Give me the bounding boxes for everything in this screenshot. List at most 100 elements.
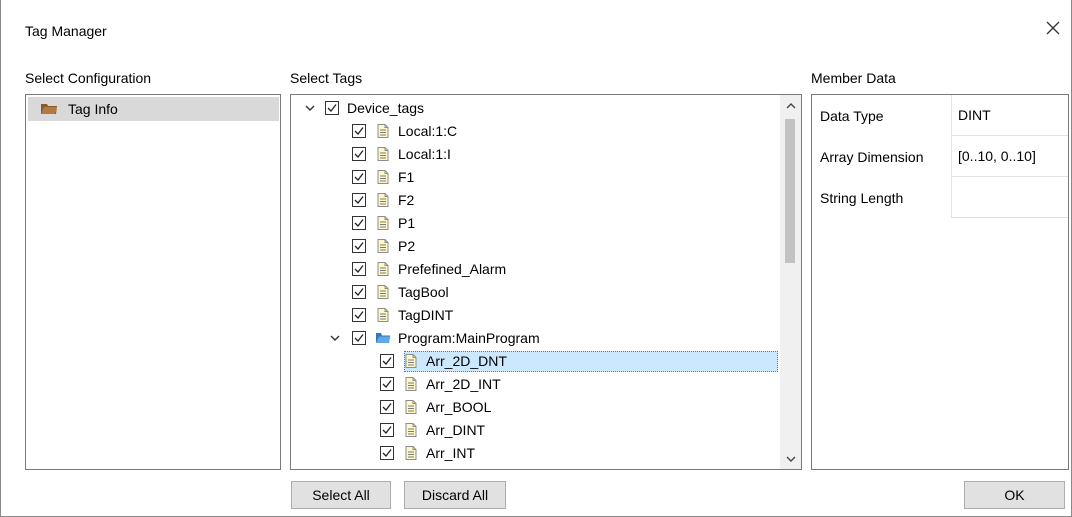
check-icon: [327, 104, 337, 112]
tag-checkbox[interactable]: [352, 239, 366, 253]
check-icon: [354, 173, 364, 181]
tree-item[interactable]: Program:MainProgram: [291, 327, 780, 350]
tag-checkbox[interactable]: [352, 262, 366, 276]
tag-checkbox[interactable]: [380, 446, 394, 460]
tag-icon: [403, 353, 419, 369]
select-configuration-label: Select Configuration: [25, 70, 152, 86]
expand-toggle[interactable]: [328, 331, 342, 345]
tag-checkbox[interactable]: [380, 423, 394, 437]
vertical-scrollbar[interactable]: [780, 95, 801, 469]
tree-item-label: Local:1:C: [398, 123, 458, 139]
member-data-grid: Data Type DINT Array Dimension [0..10, 0…: [811, 94, 1069, 470]
check-icon: [382, 403, 392, 411]
tree-item[interactable]: Arr_BOOL: [291, 396, 780, 419]
prop-value[interactable]: [0..10, 0..10]: [951, 136, 1068, 177]
tree-item[interactable]: Device_tags: [291, 97, 780, 120]
tree-item[interactable]: P2: [291, 235, 780, 258]
tag-checkbox[interactable]: [352, 308, 366, 322]
tree-item-label: Arr_DINT: [426, 422, 486, 438]
tree-item[interactable]: Local:1:I: [291, 143, 780, 166]
tags-tree-panel[interactable]: Device_tags Local:1:C Local:1:I F1 F2 P1 P2 Pre…: [290, 94, 802, 470]
prop-row-data-type: Data Type DINT: [812, 95, 1068, 136]
tag-checkbox[interactable]: [352, 147, 366, 161]
chevron-down-icon: [305, 105, 315, 111]
tree-item-label: Program:MainProgram: [398, 330, 540, 346]
prop-value[interactable]: DINT: [951, 95, 1068, 136]
tree-item[interactable]: F1: [291, 166, 780, 189]
select-all-button[interactable]: Select All: [291, 481, 391, 509]
tag-checkbox[interactable]: [352, 216, 366, 230]
tag-icon: [375, 146, 391, 162]
tree-item-label: F2: [398, 192, 415, 208]
tree-item[interactable]: Arr_2D_DNT: [291, 350, 780, 373]
tree-item[interactable]: Arr_INT: [291, 442, 780, 465]
tree-item-label: P2: [398, 238, 416, 254]
tree-item-label: P1: [398, 215, 416, 231]
tag-checkbox[interactable]: [380, 400, 394, 414]
config-item-label: Tag Info: [68, 101, 118, 117]
check-icon: [354, 150, 364, 158]
tag-checkbox[interactable]: [380, 377, 394, 391]
close-button[interactable]: [1039, 14, 1067, 42]
prop-key: String Length: [820, 190, 904, 206]
tag-checkbox[interactable]: [352, 193, 366, 207]
close-icon: [1046, 21, 1060, 35]
tag-icon: [375, 215, 391, 231]
tag-checkbox[interactable]: [380, 354, 394, 368]
tree-item[interactable]: F2: [291, 189, 780, 212]
prop-row-string-length: String Length: [812, 177, 1068, 218]
tag-icon: [375, 238, 391, 254]
folder-icon: [41, 104, 57, 114]
prop-row-array-dimension: Array Dimension [0..10, 0..10]: [812, 136, 1068, 177]
tree-item[interactable]: TagBool: [291, 281, 780, 304]
member-data-label: Member Data: [811, 70, 896, 86]
discard-all-button[interactable]: Discard All: [404, 481, 506, 509]
ok-button[interactable]: OK: [964, 481, 1065, 509]
tag-icon: [375, 123, 391, 139]
scrollbar-thumb[interactable]: [785, 119, 795, 263]
check-icon: [354, 265, 364, 273]
prop-key: Data Type: [820, 108, 884, 124]
chevron-down-icon: [786, 456, 795, 462]
tag-checkbox[interactable]: [325, 101, 339, 115]
tree-item[interactable]: P1: [291, 212, 780, 235]
tree-item[interactable]: Local:1:C: [291, 120, 780, 143]
tag-icon: [403, 445, 419, 461]
tree-item-label: Arr_2D_INT: [426, 376, 501, 392]
tree-item[interactable]: Arr_DINT: [291, 419, 780, 442]
tag-icon: [403, 399, 419, 415]
tags-tree[interactable]: Device_tags Local:1:C Local:1:I F1 F2 P1 P2 Pre…: [291, 95, 780, 469]
check-icon: [354, 334, 364, 342]
chevron-down-icon: [330, 335, 340, 341]
chevron-up-icon: [786, 102, 795, 108]
configuration-list[interactable]: Tag Info: [25, 94, 281, 470]
tree-item[interactable]: TagDINT: [291, 304, 780, 327]
tag-icon: [375, 261, 391, 277]
check-icon: [354, 288, 364, 296]
tag-icon: [375, 284, 391, 300]
tree-item-label: Prefefined_Alarm: [398, 261, 507, 277]
tree-item[interactable]: Prefefined_Alarm: [291, 258, 780, 281]
expand-toggle[interactable]: [303, 101, 317, 115]
check-icon: [354, 311, 364, 319]
scroll-up-button[interactable]: [780, 95, 801, 116]
tag-checkbox[interactable]: [352, 124, 366, 138]
tag-manager-dialog: Tag Manager Select Configuration Select …: [0, 0, 1072, 517]
check-icon: [354, 242, 364, 250]
scroll-down-button[interactable]: [780, 448, 801, 469]
config-item-tag-info[interactable]: Tag Info: [28, 97, 279, 121]
tag-icon: [375, 307, 391, 323]
check-icon: [382, 357, 392, 365]
tree-item[interactable]: Arr_2D_INT: [291, 373, 780, 396]
check-icon: [354, 127, 364, 135]
tag-checkbox[interactable]: [352, 285, 366, 299]
check-icon: [382, 426, 392, 434]
tag-checkbox[interactable]: [352, 170, 366, 184]
prop-key: Array Dimension: [820, 149, 924, 165]
tag-icon: [403, 422, 419, 438]
tree-item-label: TagBool: [398, 284, 449, 300]
tag-checkbox[interactable]: [352, 331, 366, 345]
window-title: Tag Manager: [25, 23, 107, 39]
prop-value[interactable]: [951, 177, 1068, 218]
tag-icon: [375, 169, 391, 185]
